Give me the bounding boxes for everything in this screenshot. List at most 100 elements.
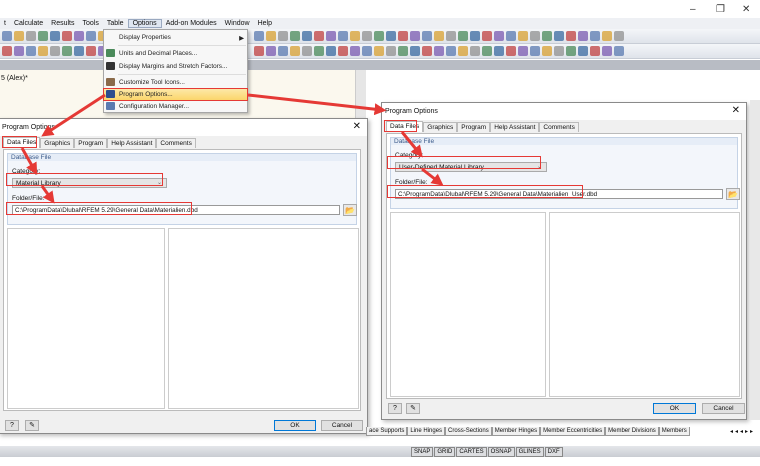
toolbar-button-icon[interactable] bbox=[86, 31, 96, 41]
ok-button[interactable]: OK bbox=[653, 403, 696, 414]
toolbar-button-icon[interactable] bbox=[602, 31, 612, 41]
toolbar-button-icon[interactable] bbox=[614, 46, 624, 56]
grid-toggle[interactable]: GRID bbox=[434, 447, 456, 457]
dxf-toggle[interactable]: DXF bbox=[544, 447, 563, 457]
toolbar-button-icon[interactable] bbox=[482, 31, 492, 41]
toolbar-button-icon[interactable] bbox=[434, 31, 444, 41]
toolbar-button-icon[interactable] bbox=[446, 46, 456, 56]
menu-item-configuration-manager[interactable]: Configuration Manager... bbox=[104, 101, 247, 112]
cancel-button[interactable]: Cancel bbox=[702, 403, 745, 414]
menu-results[interactable]: Results bbox=[47, 20, 78, 27]
toolbar-button-icon[interactable] bbox=[62, 31, 72, 41]
close-window-button[interactable]: ✕ bbox=[742, 4, 750, 15]
toolbar-button-icon[interactable] bbox=[302, 31, 312, 41]
toolbar-button-icon[interactable] bbox=[530, 46, 540, 56]
toolbar-button-icon[interactable] bbox=[542, 31, 552, 41]
toolbar-button-icon[interactable] bbox=[374, 46, 384, 56]
toolbar-button-icon[interactable] bbox=[458, 31, 468, 41]
toolbar-button-icon[interactable] bbox=[38, 46, 48, 56]
toolbar-button-icon[interactable] bbox=[470, 46, 480, 56]
snap-toggle[interactable]: SNAP bbox=[411, 447, 434, 457]
toolbar-button-icon[interactable] bbox=[326, 31, 336, 41]
tab-comments[interactable]: Comments bbox=[156, 138, 196, 148]
cartes-toggle[interactable]: CARTES bbox=[456, 447, 487, 457]
toolbar-button-icon[interactable] bbox=[2, 46, 12, 56]
toolbar-button-icon[interactable] bbox=[338, 46, 348, 56]
toolbar-button-icon[interactable] bbox=[518, 31, 528, 41]
menu-item-display-properties[interactable]: Display Properties ▶ bbox=[104, 32, 247, 43]
edit-icon[interactable]: ✎ bbox=[406, 403, 420, 414]
toolbar-button-icon[interactable] bbox=[482, 46, 492, 56]
toolbar-button-icon[interactable] bbox=[350, 46, 360, 56]
list-left[interactable] bbox=[390, 212, 546, 397]
toolbar-button-icon[interactable] bbox=[542, 46, 552, 56]
menu-tools[interactable]: Tools bbox=[78, 20, 102, 27]
toolbar-button-icon[interactable] bbox=[50, 46, 60, 56]
tab-member-eccentricities[interactable]: Member Eccentricities bbox=[540, 427, 606, 436]
toolbar-button-icon[interactable] bbox=[314, 31, 324, 41]
browse-folder-icon[interactable]: 📂 bbox=[343, 204, 357, 216]
edit-icon[interactable]: ✎ bbox=[25, 420, 39, 431]
toolbar-button-icon[interactable] bbox=[446, 31, 456, 41]
menu-options[interactable]: Options bbox=[127, 19, 162, 28]
toolbar-button-icon[interactable] bbox=[494, 46, 504, 56]
toolbar-button-icon[interactable] bbox=[566, 46, 576, 56]
toolbar-button-icon[interactable] bbox=[362, 31, 372, 41]
menu-calculate[interactable]: Calculate bbox=[10, 20, 47, 27]
tab-comments[interactable]: Comments bbox=[539, 122, 579, 132]
toolbar-button-icon[interactable] bbox=[398, 46, 408, 56]
toolbar-button-icon[interactable] bbox=[86, 46, 96, 56]
cancel-button[interactable]: Cancel bbox=[321, 420, 363, 431]
tab-surface-supports[interactable]: ace Supports bbox=[366, 427, 408, 436]
toolbar-button-icon[interactable] bbox=[38, 31, 48, 41]
menu-help[interactable]: Help bbox=[254, 20, 276, 27]
toolbar-button-icon[interactable] bbox=[362, 46, 372, 56]
toolbar-button-icon[interactable] bbox=[26, 46, 36, 56]
toolbar-button-icon[interactable] bbox=[254, 31, 264, 41]
toolbar-button-icon[interactable] bbox=[410, 31, 420, 41]
toolbar-button-icon[interactable] bbox=[422, 46, 432, 56]
toolbar-button-icon[interactable] bbox=[14, 31, 24, 41]
close-icon[interactable]: ✕ bbox=[353, 121, 361, 132]
toolbar-button-icon[interactable] bbox=[458, 46, 468, 56]
menu-window[interactable]: Window bbox=[221, 20, 254, 27]
toolbar-button-icon[interactable] bbox=[554, 46, 564, 56]
toolbar-button-icon[interactable] bbox=[590, 46, 600, 56]
project-title[interactable]: 5 (Alex)* bbox=[1, 75, 28, 82]
toolbar-button-icon[interactable] bbox=[50, 31, 60, 41]
toolbar-button-icon[interactable] bbox=[2, 31, 12, 41]
toolbar-button-icon[interactable] bbox=[374, 31, 384, 41]
tab-member-hinges[interactable]: Member Hinges bbox=[491, 427, 541, 436]
toolbar-button-icon[interactable] bbox=[278, 31, 288, 41]
tab-help-assistant[interactable]: Help Assistant bbox=[490, 122, 540, 132]
tab-graphics[interactable]: Graphics bbox=[423, 122, 458, 132]
toolbar-button-icon[interactable] bbox=[14, 46, 24, 56]
toolbar-button-icon[interactable] bbox=[566, 31, 576, 41]
tab-help-assistant[interactable]: Help Assistant bbox=[107, 138, 157, 148]
workspace-scrollbar[interactable] bbox=[750, 100, 760, 420]
list-right[interactable] bbox=[168, 228, 359, 409]
tab-members[interactable]: Members bbox=[658, 427, 690, 436]
maximize-button[interactable]: ❐ bbox=[716, 4, 725, 15]
list-left[interactable] bbox=[7, 228, 165, 409]
menu-table[interactable]: Table bbox=[103, 20, 128, 27]
toolbar-button-icon[interactable] bbox=[506, 46, 516, 56]
toolbar-button-icon[interactable] bbox=[494, 31, 504, 41]
toolbar-button-icon[interactable] bbox=[386, 46, 396, 56]
close-icon[interactable]: ✕ bbox=[732, 105, 740, 116]
toolbar-button-icon[interactable] bbox=[410, 46, 420, 56]
menu-item-units[interactable]: Units and Decimal Places... bbox=[104, 48, 247, 59]
toolbar-button-icon[interactable] bbox=[266, 31, 276, 41]
toolbar-button-icon[interactable] bbox=[290, 46, 300, 56]
toolbar-button-icon[interactable] bbox=[254, 46, 264, 56]
toolbar-button-icon[interactable] bbox=[302, 46, 312, 56]
toolbar-button-icon[interactable] bbox=[422, 31, 432, 41]
toolbar-button-icon[interactable] bbox=[74, 31, 84, 41]
menu-item-customize-tool-icons[interactable]: Customize Tool Icons... bbox=[104, 77, 247, 88]
toolbar-button-icon[interactable] bbox=[578, 31, 588, 41]
toolbar-button-icon[interactable] bbox=[314, 46, 324, 56]
toolbar-button-icon[interactable] bbox=[578, 46, 588, 56]
toolbar-button-icon[interactable] bbox=[614, 31, 624, 41]
toolbar-button-icon[interactable] bbox=[470, 31, 480, 41]
tab-line-hinges[interactable]: Line Hinges bbox=[407, 427, 446, 436]
